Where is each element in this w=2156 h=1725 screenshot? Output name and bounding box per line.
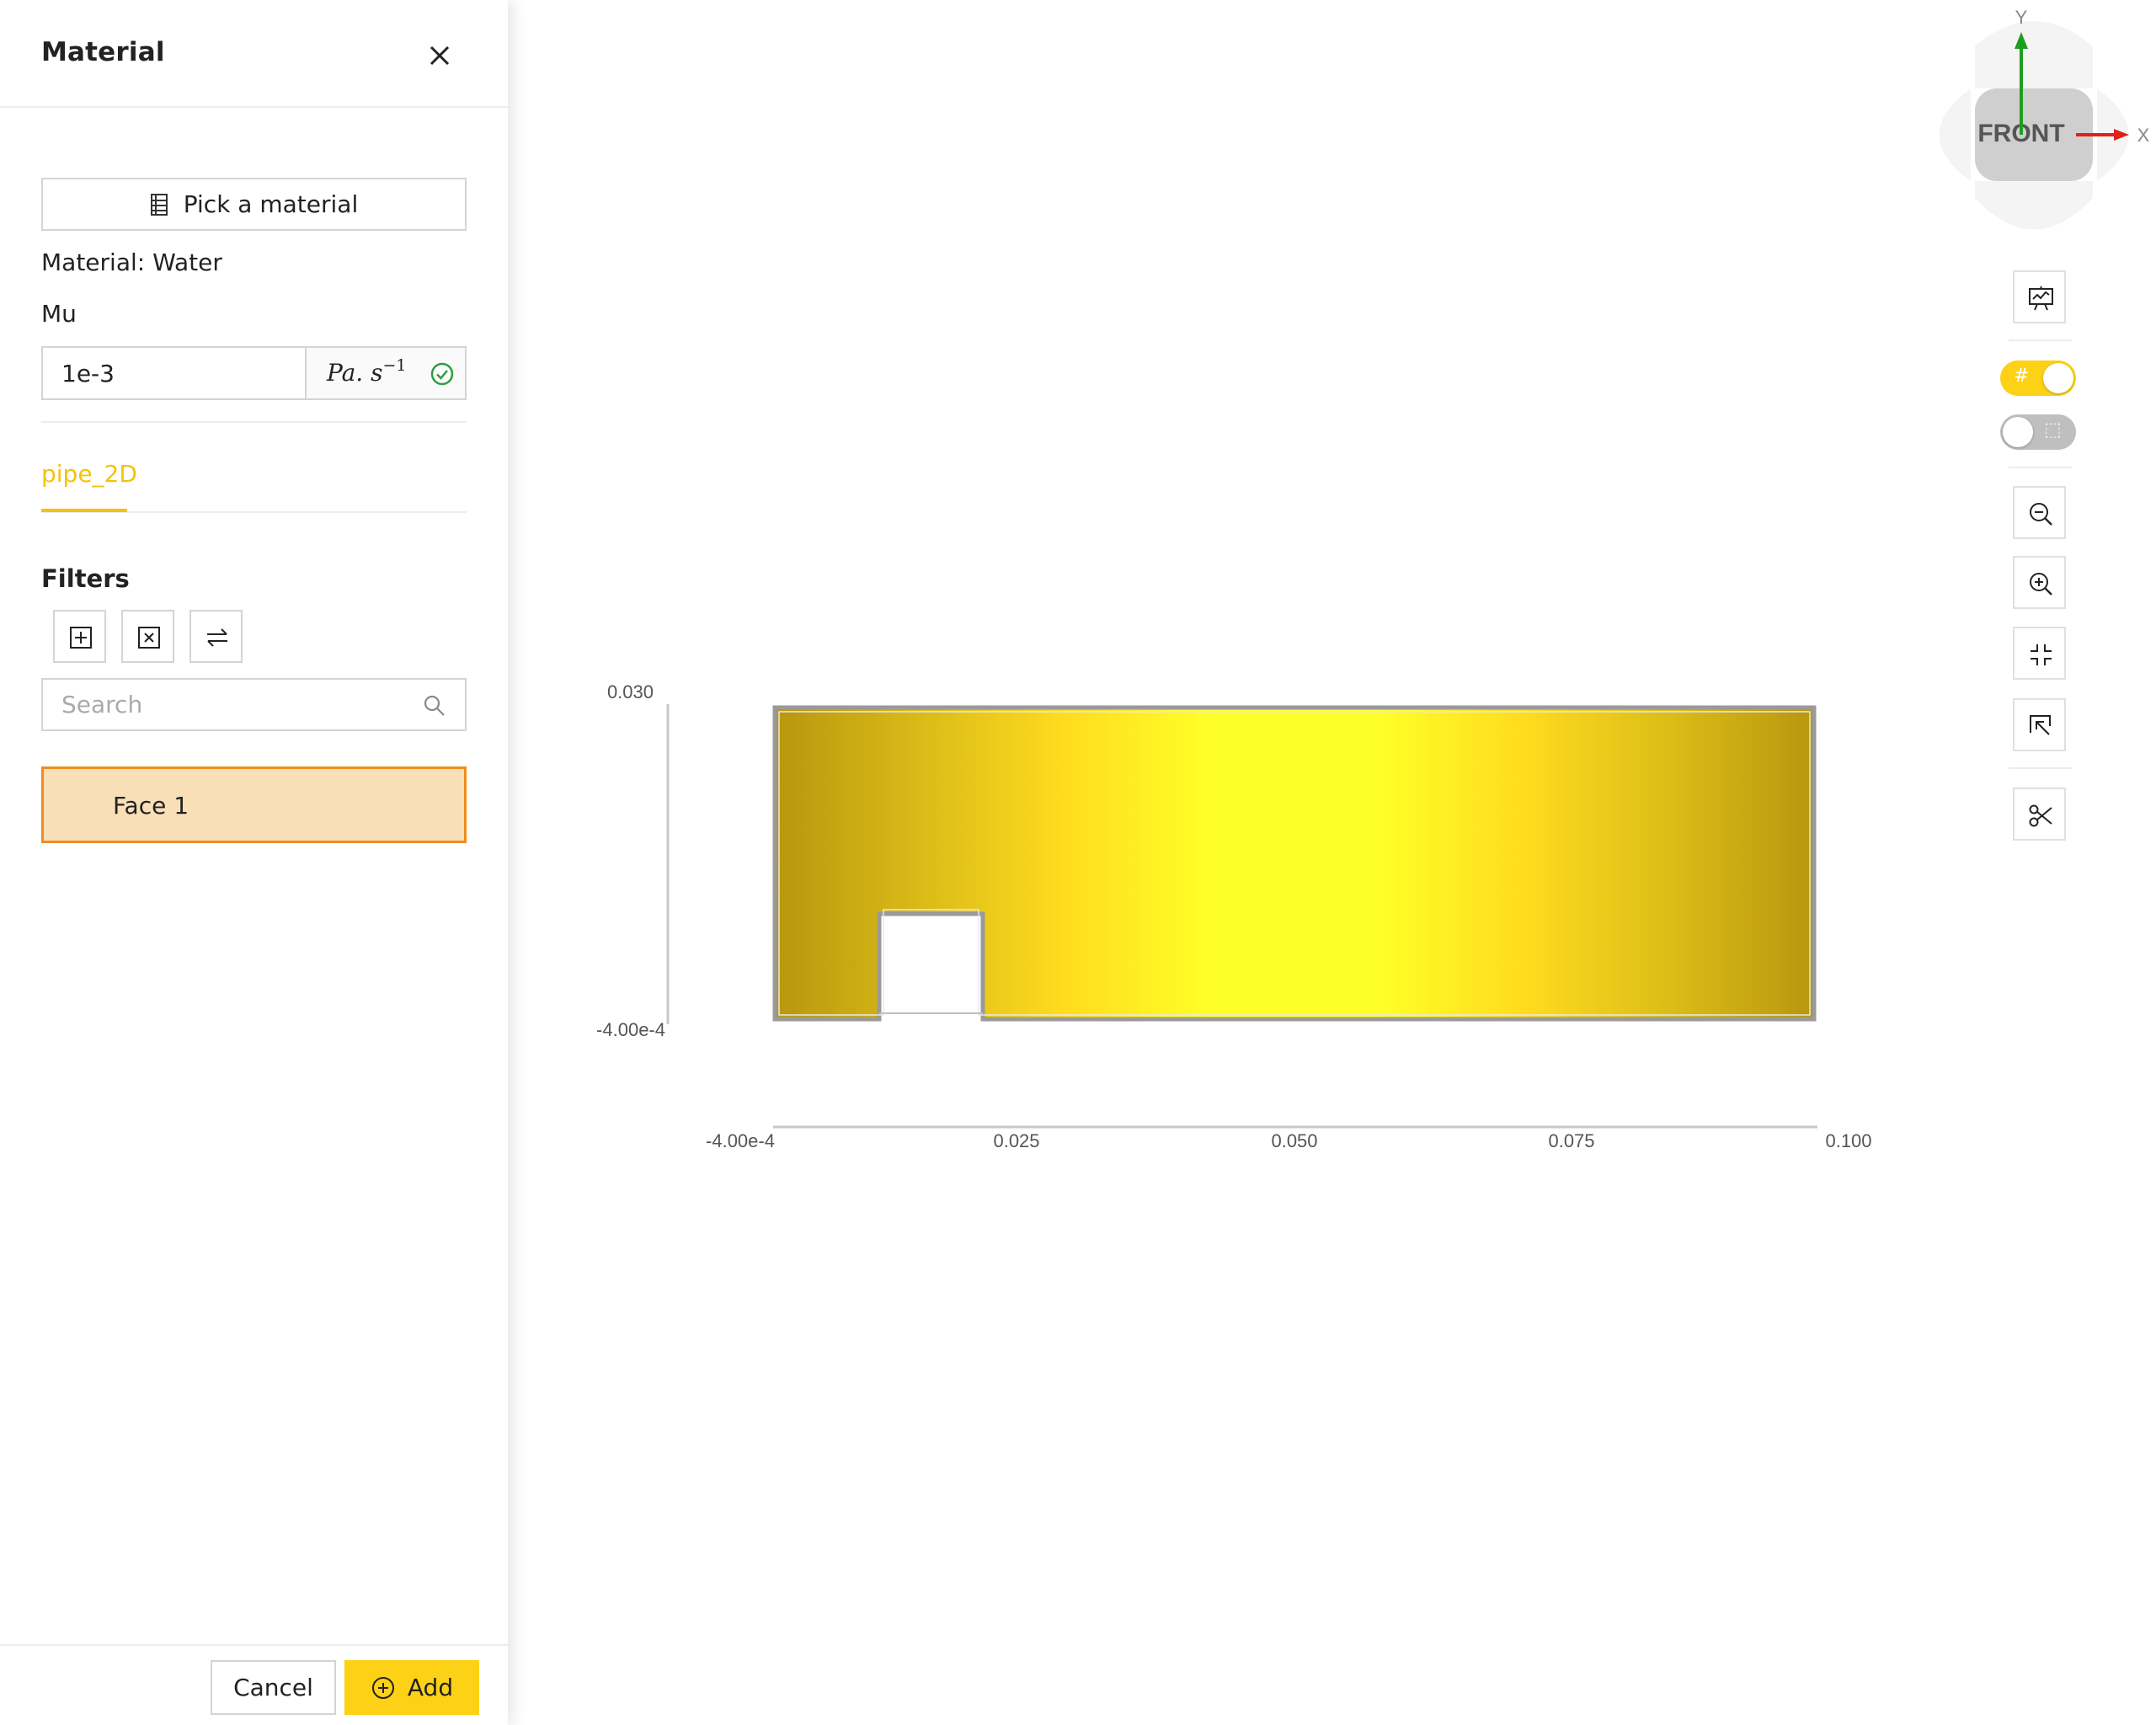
material-name: Material: Water [41,248,222,276]
view-cube-bottom-face[interactable] [1975,181,2093,230]
x-tick-label: -4.00e-4 [706,1130,775,1151]
pick-material-label: Pick a material [183,190,359,218]
add-button[interactable]: Add [344,1660,479,1715]
toolbar-divider [2009,339,2072,341]
toggle-knob [2003,417,2033,447]
list-item-face-1[interactable]: Face 1 [41,766,467,843]
x-tick-label: 0.100 [1825,1130,1871,1151]
mu-unit: Pa. s−1 [305,348,465,398]
select-all-button[interactable] [53,610,106,663]
shrink-arrows-icon [2031,644,2052,665]
search-field [41,678,467,731]
select-cursor-icon [2030,715,2051,735]
search-input[interactable] [43,680,414,729]
swap-arrows-icon [207,628,227,647]
divider [41,421,467,423]
y-tick-label: 0.030 [607,681,654,702]
outline-toggle[interactable]: ⬚ [2000,414,2076,450]
face-1-geometry[interactable] [772,705,1817,1022]
panel-header: Material [0,0,508,108]
filters-title: Filters [41,564,130,593]
grid-icon: # [2014,366,2030,387]
zoom-out-icon [2030,503,2052,526]
toolbar-divider [2009,767,2072,769]
tab-pipe-2d[interactable]: pipe_2D [41,460,137,488]
x-tick-label: 0.050 [1271,1130,1317,1151]
x-axis-label: X [2137,125,2150,146]
close-button[interactable] [421,37,458,74]
mu-unit-exponent: −1 [382,356,407,375]
valid-check-icon [430,362,454,386]
toolbar-divider [2009,467,2072,468]
square-x-icon [138,627,160,649]
toggle-knob [2043,363,2073,393]
cancel-button[interactable]: Cancel [211,1660,336,1715]
screenshot-button[interactable] [2013,270,2066,323]
mu-label: Mu [41,300,77,328]
scissors-icon [2029,804,2052,827]
add-label: Add [407,1674,454,1701]
material-list-icon [150,193,168,216]
x-tick-label: 0.075 [1548,1130,1594,1151]
cut-plane-button[interactable] [2013,788,2066,841]
panel-title: Material [41,37,165,67]
pick-material-button[interactable]: Pick a material [41,178,467,231]
presentation-chart-icon [2029,286,2053,311]
grid-toggle[interactable]: # [2000,360,2076,396]
deselect-all-button[interactable] [121,610,174,663]
view-cube[interactable]: FRONT Y X [1912,0,2156,253]
box-select-button[interactable] [2013,698,2066,751]
mu-unit-base: Pa. s [327,359,383,387]
y-axis-label: Y [2015,7,2028,28]
fit-view-button[interactable] [2013,627,2066,680]
search-icon [424,695,445,716]
view-cube-left-face[interactable] [1939,88,1972,181]
zoom-out-button[interactable] [2013,486,2066,539]
active-tab-indicator [41,509,127,512]
mu-input[interactable] [43,348,305,398]
square-plus-icon [70,627,92,649]
close-icon [430,45,450,66]
zoom-in-icon [2030,573,2052,595]
y-tick-label: -4.00e-4 [596,1019,665,1040]
material-panel: Material Pick a material Material: Water… [0,0,508,1725]
dashed-box-icon: ⬚ [2044,419,2062,441]
list-item-label: Face 1 [113,792,189,820]
invert-selection-button[interactable] [189,610,243,663]
zoom-in-button[interactable] [2013,556,2066,609]
view-cube-top-face[interactable] [1975,21,2093,88]
mu-field: Pa. s−1 [41,346,467,400]
plus-circle-icon [371,1676,394,1699]
x-tick-label: 0.025 [993,1130,1039,1151]
cancel-label: Cancel [233,1674,313,1701]
